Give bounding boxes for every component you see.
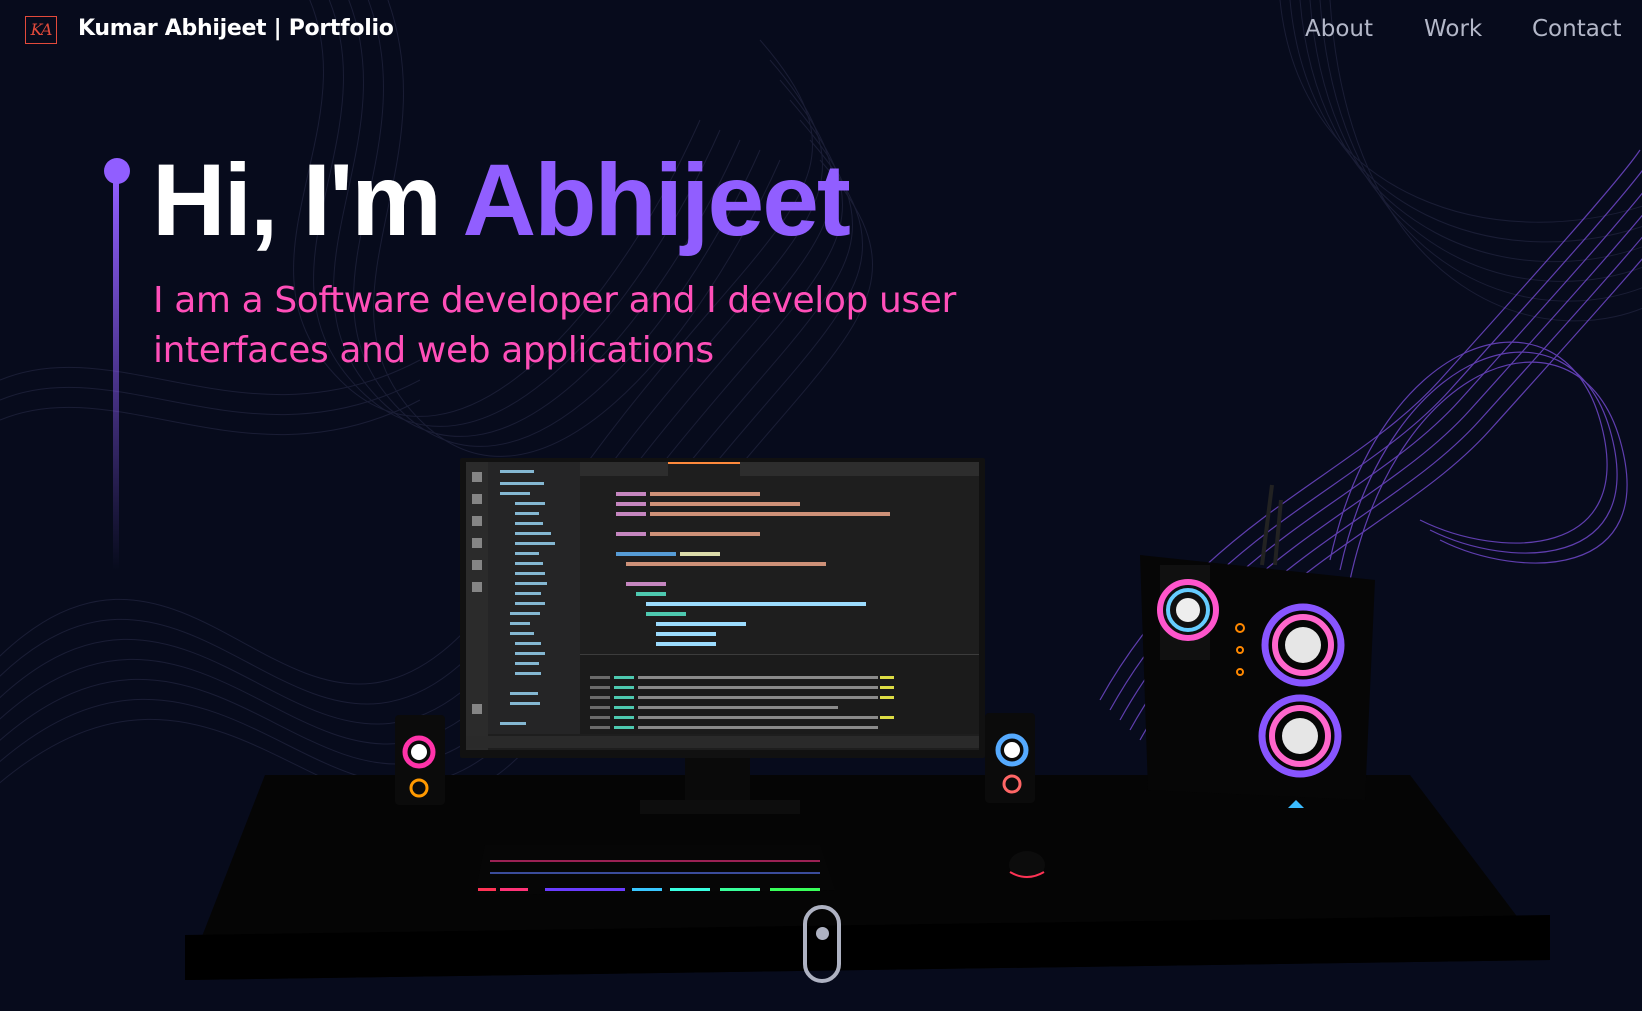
rgb-keyboard <box>475 845 835 895</box>
editor-tab-bar <box>580 462 979 476</box>
editor-terminal-panel <box>580 654 979 734</box>
left-speaker <box>395 715 445 805</box>
monitor-base <box>640 800 800 814</box>
editor-active-tab <box>668 462 740 476</box>
scroll-indicator-dot <box>816 927 829 940</box>
mouse-scroll-icon[interactable] <box>803 905 841 983</box>
editor-status-bar <box>466 736 979 748</box>
right-speaker <box>985 713 1035 803</box>
computer-desk-3d-scene[interactable] <box>0 0 1642 1011</box>
